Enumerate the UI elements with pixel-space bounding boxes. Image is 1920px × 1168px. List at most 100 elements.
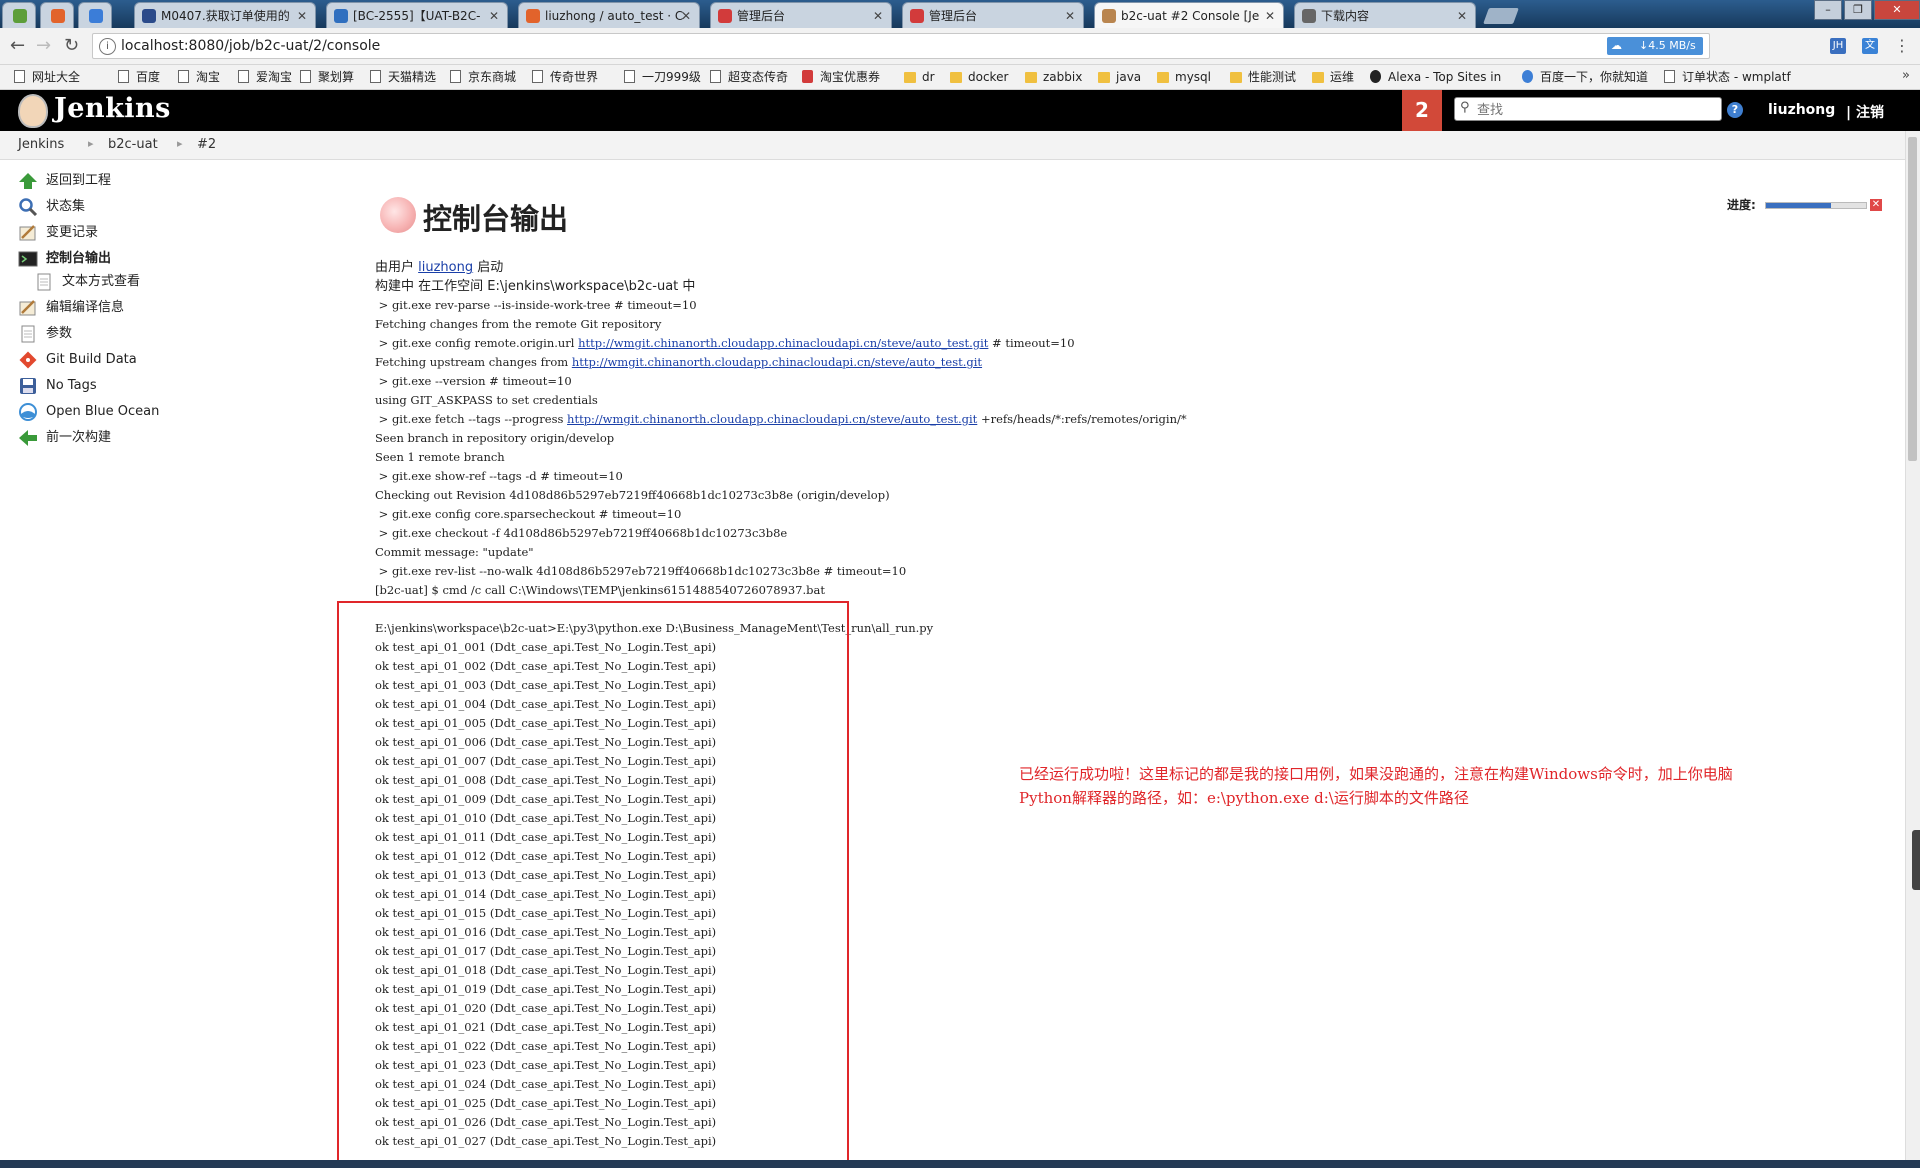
notification-badge[interactable]: 2 xyxy=(1402,90,1442,131)
close-window-icon[interactable]: ✕ xyxy=(1874,0,1920,20)
bookmark-item[interactable]: mysql xyxy=(1157,69,1211,85)
left-arrow-icon xyxy=(18,429,38,447)
url-field[interactable]: i localhost:8080/job/b2c-uat/2/console ☁… xyxy=(92,33,1710,59)
breadcrumb-separator-icon: ▸ xyxy=(177,137,183,150)
sidebar-item[interactable]: 控制台输出 xyxy=(18,248,111,270)
back-arrow-icon[interactable]: ← xyxy=(10,36,25,56)
bookmark-item[interactable]: 淘宝优惠券 xyxy=(802,69,880,85)
bookmark-item[interactable]: 爱淘宝 xyxy=(238,69,292,85)
bookmark-item[interactable]: 网址大全 xyxy=(14,69,80,85)
help-icon[interactable]: ? xyxy=(1727,102,1743,118)
restore-window-icon[interactable]: ❐ xyxy=(1844,0,1872,20)
browser-tab[interactable]: M0407.获取订单使用的 ✕ xyxy=(134,2,316,28)
tab-close-icon[interactable]: ✕ xyxy=(1457,3,1467,28)
bookmarks-bar: » 网址大全 百度 淘宝 爱淘宝 聚划算 天猫精选 京东商城 传奇世界 一刀999级 超变态传奇 淘… xyxy=(0,65,1920,90)
sidebar-item[interactable]: 变更记录 xyxy=(18,222,98,244)
tab-close-icon[interactable]: ✕ xyxy=(873,3,883,28)
bookmark-item[interactable]: Alexa - Top Sites in xyxy=(1370,69,1501,85)
sidebar-item[interactable]: Git Build Data xyxy=(18,349,137,371)
sidebar-item[interactable]: 参数 xyxy=(18,323,72,345)
menu-icon[interactable]: ⋮ xyxy=(1894,36,1910,56)
search-box[interactable]: ⚲ xyxy=(1454,97,1722,121)
console-line: Seen branch in repository origin/develop xyxy=(375,429,1187,448)
bookmark-item[interactable]: 聚划算 xyxy=(300,69,354,85)
bookmark-page-icon xyxy=(532,70,543,83)
console-link[interactable]: http://wmgit.chinanorth.cloudapp.chinacl… xyxy=(578,336,988,350)
browser-tab[interactable] xyxy=(78,2,112,28)
vertical-scrollbar[interactable] xyxy=(1905,131,1920,1161)
bookmark-item[interactable]: 运维 xyxy=(1312,69,1354,85)
bookmarks-more-icon[interactable]: » xyxy=(1902,68,1910,83)
sidebar-item[interactable]: 文本方式查看 xyxy=(34,271,140,293)
breadcrumb-build[interactable]: #2 xyxy=(197,137,216,152)
tab-close-icon[interactable]: ✕ xyxy=(489,3,499,28)
bookmark-item[interactable]: 百度 xyxy=(118,69,160,85)
forward-arrow-icon[interactable]: → xyxy=(36,36,51,56)
minimize-window-icon[interactable]: – xyxy=(1814,0,1842,20)
bookmark-item[interactable]: 天猫精选 xyxy=(370,69,436,85)
tab-close-icon[interactable]: ✕ xyxy=(1065,3,1075,28)
new-tab-button[interactable] xyxy=(1483,8,1519,24)
notepad-icon xyxy=(18,224,38,242)
download-speed-badge[interactable]: ☁ ↓4.5 MB/s xyxy=(1607,37,1703,55)
bookmark-item[interactable]: 超变态传奇 xyxy=(710,69,788,85)
tab-favicon-icon xyxy=(142,9,156,23)
console-link[interactable]: http://wmgit.chinanorth.cloudapp.chinacl… xyxy=(567,412,977,426)
bookmark-page-icon xyxy=(1370,70,1381,83)
bookmark-item[interactable]: 性能测试 xyxy=(1230,69,1296,85)
breadcrumb-jenkins[interactable]: Jenkins xyxy=(18,137,64,152)
jenkins-logo-text[interactable]: Jenkins xyxy=(54,93,171,124)
bookmark-item[interactable]: 淘宝 xyxy=(178,69,220,85)
extension-icon[interactable]: JH xyxy=(1830,38,1846,54)
stop-build-icon[interactable]: ✕ xyxy=(1870,199,1882,211)
search-input[interactable] xyxy=(1475,100,1719,120)
browser-tab[interactable]: [BC-2555]【UAT-B2C- ✕ xyxy=(326,2,508,28)
breadcrumb-separator-icon: ▸ xyxy=(88,137,94,150)
reload-icon[interactable]: ↻ xyxy=(64,36,79,56)
browser-tab[interactable]: liuzhong / auto_test · C ✕ xyxy=(518,2,700,28)
bookmark-item[interactable]: 传奇世界 xyxy=(532,69,598,85)
console-link[interactable]: liuzhong xyxy=(418,260,473,275)
tab-close-icon[interactable]: ✕ xyxy=(1265,3,1275,28)
jenkins-butler-logo-icon[interactable] xyxy=(18,94,48,128)
user-link[interactable]: liuzhong xyxy=(1768,102,1835,118)
browser-tab[interactable]: 管理后台 ✕ xyxy=(710,2,892,28)
url-text[interactable]: localhost:8080/job/b2c-uat/2/console xyxy=(121,38,380,54)
logout-link[interactable]: | 注销 xyxy=(1846,102,1884,122)
bookmark-item[interactable]: 一刀999级 xyxy=(624,69,701,85)
bookmark-item[interactable]: zabbix xyxy=(1025,69,1082,85)
bookmark-page-icon xyxy=(300,70,311,83)
sidebar-item-label: 控制台输出 xyxy=(46,251,112,266)
download-speed: ↓4.5 MB/s xyxy=(1639,39,1696,52)
tab-close-icon[interactable]: ✕ xyxy=(681,3,691,28)
sidebar-item[interactable]: 返回到工程 xyxy=(18,170,111,192)
side-panel-handle[interactable] xyxy=(1912,830,1920,890)
bookmark-item[interactable]: docker xyxy=(950,69,1008,85)
tab-close-icon[interactable]: ✕ xyxy=(297,3,307,28)
browser-tab[interactable]: 下载内容 ✕ xyxy=(1294,2,1476,28)
bookmark-item[interactable]: dr xyxy=(904,69,935,85)
bookmark-item[interactable]: 百度一下，你就知道 xyxy=(1522,69,1648,85)
sidebar-item[interactable]: 状态集 xyxy=(18,196,85,218)
breadcrumb-job[interactable]: b2c-uat xyxy=(108,137,158,152)
sidebar-item[interactable]: No Tags xyxy=(18,375,97,397)
scrollbar-thumb[interactable] xyxy=(1908,137,1917,461)
up-arrow-icon xyxy=(18,172,38,190)
cloud-icon: ☁ xyxy=(1611,39,1622,52)
browser-tab-active[interactable]: b2c-uat #2 Console [Je ✕ xyxy=(1094,2,1284,28)
sidebar-item[interactable]: Open Blue Ocean xyxy=(18,401,159,423)
info-icon[interactable]: i xyxy=(99,38,116,55)
browser-tab[interactable] xyxy=(40,2,74,28)
bookmark-item[interactable]: java xyxy=(1098,69,1141,85)
sidebar-item[interactable]: 编辑编译信息 xyxy=(18,297,124,319)
bookmark-item[interactable]: 订单状态 - wmplatf xyxy=(1664,69,1791,85)
bookmark-item[interactable]: 京东商城 xyxy=(450,69,516,85)
translate-icon[interactable]: 文 xyxy=(1862,38,1878,54)
browser-tab[interactable] xyxy=(2,2,36,28)
console-link[interactable]: http://wmgit.chinanorth.cloudapp.chinacl… xyxy=(572,355,982,369)
console-line: 构建中 在工作空间 E:\jenkins\workspace\b2c-uat 中 xyxy=(375,277,1187,296)
tab-favicon-icon xyxy=(334,9,348,23)
bookmark-label: 运维 xyxy=(1330,70,1355,84)
browser-tab[interactable]: 管理后台 ✕ xyxy=(902,2,1084,28)
sidebar-item[interactable]: 前一次构建 xyxy=(18,427,111,449)
